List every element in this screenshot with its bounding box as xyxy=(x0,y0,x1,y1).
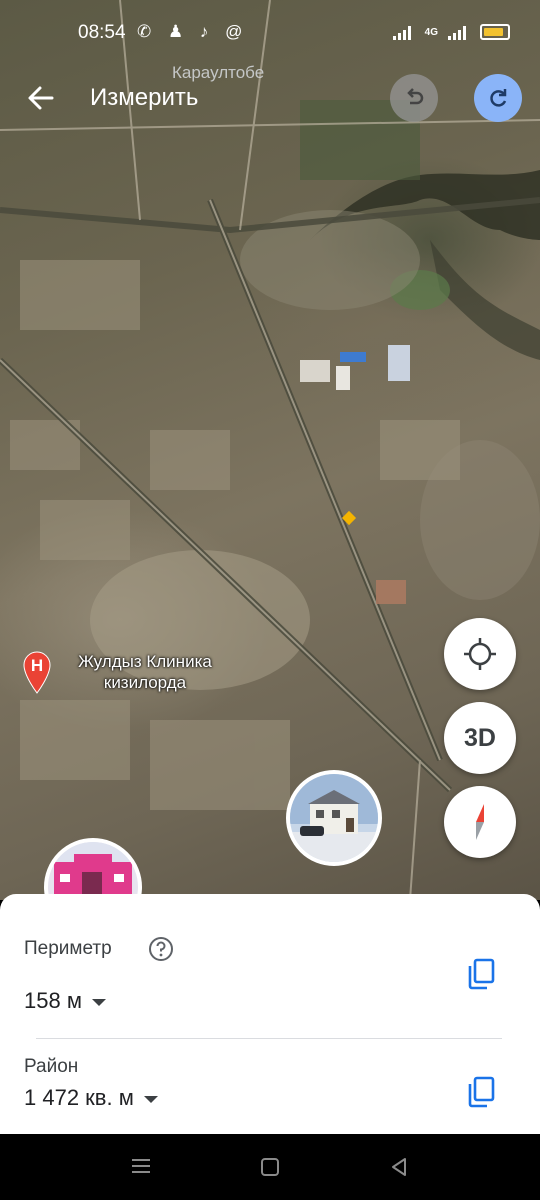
back-icon xyxy=(392,1158,406,1176)
home-icon xyxy=(261,1158,279,1176)
area-label: Район xyxy=(24,1056,79,1077)
status-time: 08:54 xyxy=(78,22,126,43)
home-nav-button[interactable] xyxy=(259,1156,281,1183)
perimeter-label: Периметр xyxy=(24,938,112,959)
undo-icon xyxy=(407,88,424,105)
area-value: 1 472 кв. м xyxy=(24,1085,134,1110)
copy-perimeter-button[interactable] xyxy=(466,958,496,990)
place-photo-house[interactable] xyxy=(286,770,382,866)
menu-icon xyxy=(132,1159,150,1173)
poi-name-line1: Жулдыз Клиника xyxy=(78,652,212,671)
back-nav-button[interactable] xyxy=(388,1156,410,1183)
poi-label[interactable]: Жулдыз Клиника кизилорда xyxy=(60,651,230,693)
measurement-sheet: Периметр 158 м Район 1 472 кв. м xyxy=(0,894,540,1134)
question-icon xyxy=(149,937,173,961)
copy-icon xyxy=(468,1076,495,1108)
system-nav-bar xyxy=(0,1134,540,1200)
perimeter-value-dropdown[interactable]: 158 м xyxy=(24,988,106,1014)
signal-icon xyxy=(392,24,415,40)
poi-name-line2: кизилорда xyxy=(103,673,187,692)
hospital-pin-icon[interactable]: H xyxy=(22,650,52,699)
status-indicators: 4G xyxy=(392,24,510,40)
status-bar: 08:54 ✆ ♟ ♪ @ 4G xyxy=(0,0,540,60)
redo-button[interactable] xyxy=(474,74,522,122)
perimeter-value: 158 м xyxy=(24,988,82,1013)
copy-icon xyxy=(468,958,495,990)
undo-button[interactable] xyxy=(390,74,438,122)
back-button[interactable] xyxy=(22,80,62,116)
chevron-down-icon xyxy=(143,1095,158,1103)
compass-icon xyxy=(476,804,484,840)
menu-nav-button[interactable] xyxy=(130,1156,152,1181)
page-title: Измерить xyxy=(90,84,199,111)
redo-icon xyxy=(490,89,507,107)
help-button[interactable] xyxy=(148,936,174,967)
signal-icon-2 xyxy=(448,24,470,40)
chevron-down-icon xyxy=(91,998,106,1006)
svg-text:H: H xyxy=(31,656,43,675)
divider xyxy=(36,1038,502,1039)
arrow-left-icon xyxy=(28,86,54,110)
battery-icon xyxy=(480,24,510,40)
3d-toggle-button[interactable]: 3D xyxy=(444,702,516,774)
copy-area-button[interactable] xyxy=(466,1076,496,1108)
map-place-label: Караултобе xyxy=(172,63,265,82)
compass-button[interactable] xyxy=(444,786,516,858)
crosshair-icon xyxy=(464,638,496,670)
area-value-dropdown[interactable]: 1 472 кв. м xyxy=(24,1085,158,1111)
my-location-button[interactable] xyxy=(444,618,516,690)
notification-icons: ✆ ♟ ♪ @ xyxy=(137,22,249,41)
network-type: 4G xyxy=(424,26,438,38)
